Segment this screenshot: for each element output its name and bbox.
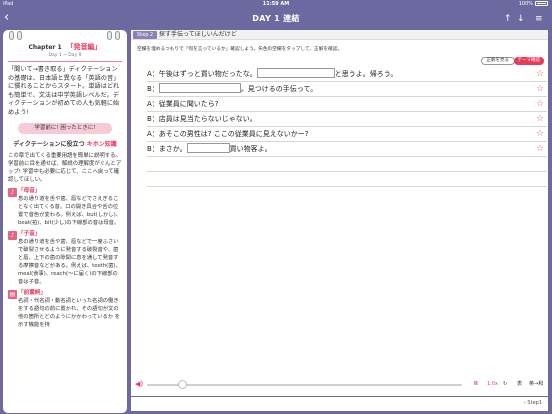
status-bar: iPad 11:59 AM 100%	[0, 0, 552, 9]
section-title-prefix: ディクテーションに役立つ	[13, 140, 85, 148]
term-desc: 息の通り道を舌や歯、唇などでさえぎることなく出てくる音。口の開き具合や舌の位置で…	[18, 195, 121, 226]
music-note-icon: ♪	[8, 187, 17, 197]
line-text-after: 。見つけるの手伝って。	[240, 85, 318, 93]
term-consonant: ♪ 「子音」 息の通り道を舌や歯、唇などで一度ふさいで破裂させるように発音する破…	[8, 230, 122, 286]
section-body: この章で出てくる重要用語を簡単に説明する。学習前に目を通せば、解説の理解度がぐん…	[8, 152, 122, 183]
audio-player: ◀) II 1.0x ↻ 表 英→和	[131, 378, 548, 392]
star-icon[interactable]: ☆	[536, 69, 544, 79]
dictation-panel: Step 2 探す手伝ってほしいんだけど 空欄を埋めるつもりで「何を言っているか…	[131, 30, 548, 396]
chapter-title: 「発音編」	[66, 43, 102, 51]
term-desc: 名詞・代名詞・動名詞といった名詞の働きをする語句の前に置かれ、その語句が文の他の…	[18, 297, 121, 328]
term-preposition: ▤ 「前置詞」 名詞・代名詞・動名詞といった名詞の働きをする語句の前に置かれ、そ…	[8, 289, 122, 329]
chapter-header: Chapter 1 「発音編」 Day 1 ~ Day 9	[8, 42, 122, 60]
term-desc: 息の通り道を舌や歯、唇などで一度ふさいで破裂させるように発音する破裂音や、歯と唇…	[18, 238, 121, 285]
star-icon[interactable]: ☆	[536, 99, 544, 109]
instruction-text: 空欄を埋めるつもりで「何を言っているか」確認しよう。矢色の空欄をタップして、正解…	[137, 47, 343, 52]
theme-check-button[interactable]: テーマ確認	[513, 57, 544, 65]
line-text-before: B：まさか。	[147, 145, 187, 153]
arrow-up-icon[interactable]: ↑	[504, 14, 512, 24]
term-name: 「母音」	[18, 187, 41, 194]
step-badge: Step 2	[133, 31, 158, 39]
arrow-down-icon[interactable]: ↓	[517, 14, 525, 24]
term-vowel: ♪ 「母音」 息の通り道を舌や歯、唇などでさえぎることなく出てくる音。口の開き具…	[8, 187, 122, 227]
line-text-before: B：	[147, 85, 159, 93]
line-text: B：店員は見当たらないじゃない。	[147, 115, 257, 123]
battery-icon	[535, 1, 548, 6]
step-header: Step 2 探す手伝ってほしいんだけど	[131, 30, 548, 40]
notes-panel: Chapter 1 「発音編」 Day 1 ~ Day 9 「聞いて→書き取る」…	[3, 30, 127, 413]
dialogue-line: A：あそこの男性は? ここの従業員に見えないかー? ☆	[147, 127, 547, 142]
show-answer-button[interactable]: 正解を見る	[480, 57, 515, 65]
step1-link[interactable]: ‹ Step1	[524, 400, 542, 406]
section-title-highlight: キホン知識	[86, 140, 117, 148]
battery-label: 100%	[518, 1, 533, 7]
notes-scroll[interactable]: Chapter 1 「発音編」 Day 1 ~ Day 9 「聞いて→書き取る」…	[3, 38, 127, 398]
page-title: DAY 1 連結	[252, 14, 300, 23]
text-toggle-button[interactable]: 表	[517, 381, 522, 388]
progress-track[interactable]	[147, 384, 462, 386]
nav-bar: ‹ DAY 1 連結 ↑ ↓ ≡	[0, 9, 552, 29]
grammar-icon: ▤	[8, 289, 17, 299]
chapter-days: Day 1 ~ Day 9	[48, 53, 82, 58]
chapter-intro: 「聞いて→書き取る」ディクテーションの基礎は、日本語と異なる「英語の音」に慣れる…	[8, 66, 120, 116]
menu-icon[interactable]: ≡	[535, 14, 543, 24]
answer-blank[interactable]	[186, 143, 230, 153]
answer-blank[interactable]	[158, 83, 241, 93]
line-text-after: と思うよ。帰ろう。	[334, 70, 398, 78]
pause-button[interactable]: II	[474, 381, 478, 388]
loop-icon[interactable]: ↻	[503, 381, 507, 388]
term-name: 「前置詞」	[18, 289, 46, 296]
term-name: 「子音」	[18, 230, 41, 237]
dialogue-line: B：店員は見当たらないじゃない。 ☆	[147, 112, 547, 127]
volume-icon[interactable]: ◀)	[135, 380, 143, 388]
battery-status: 100%	[519, 1, 548, 7]
section-title: ディクテーションに役立つ キホン知識	[8, 139, 122, 148]
translate-toggle-button[interactable]: 英→和	[529, 381, 543, 388]
dialogue-line: A：従業員に聞いたら? ☆	[147, 97, 547, 112]
line-text: A：従業員に聞いたら?	[147, 100, 219, 108]
star-icon[interactable]: ☆	[536, 144, 544, 154]
clock: 11:59 AM	[262, 1, 290, 7]
star-icon[interactable]: ☆	[536, 84, 544, 94]
line-text-before: A：午後はずっと買い物だったな。	[147, 70, 257, 78]
answer-blank[interactable]	[256, 68, 335, 78]
speed-button[interactable]: 1.0x	[487, 381, 498, 388]
divider	[8, 61, 122, 62]
dialogue-line-empty	[147, 157, 547, 172]
dialogue-line: B： 。見つけるの手伝って。 ☆	[147, 82, 547, 97]
line-text: A：あそこの男性は? ここの従業員に見えないかー?	[147, 130, 309, 138]
dialogue-list: A：午後はずっと買い物だったな。 と思うよ。帰ろう。 ☆ B： 。見つけるの手伝って…	[147, 67, 547, 187]
dialogue-line: B：まさか。 買い物客よ。 ☆	[147, 142, 547, 157]
dialogue-line-empty	[147, 172, 547, 187]
help-pill-button[interactable]: 学習前に! 困ったときに!	[18, 122, 112, 134]
footer-bar: ‹ Step1	[131, 397, 548, 411]
dialogue-line: A：午後はずっと買い物だったな。 と思うよ。帰ろう。 ☆	[147, 67, 547, 82]
star-icon[interactable]: ☆	[536, 114, 544, 124]
chapter-number: Chapter 1	[28, 44, 62, 51]
step-title: 探す手伝ってほしいんだけど	[159, 31, 237, 38]
line-text-after: 買い物客よ。	[229, 145, 272, 153]
star-icon[interactable]: ☆	[536, 129, 544, 139]
music-note-icon: ♪	[8, 230, 17, 240]
progress-knob[interactable]	[178, 380, 187, 389]
